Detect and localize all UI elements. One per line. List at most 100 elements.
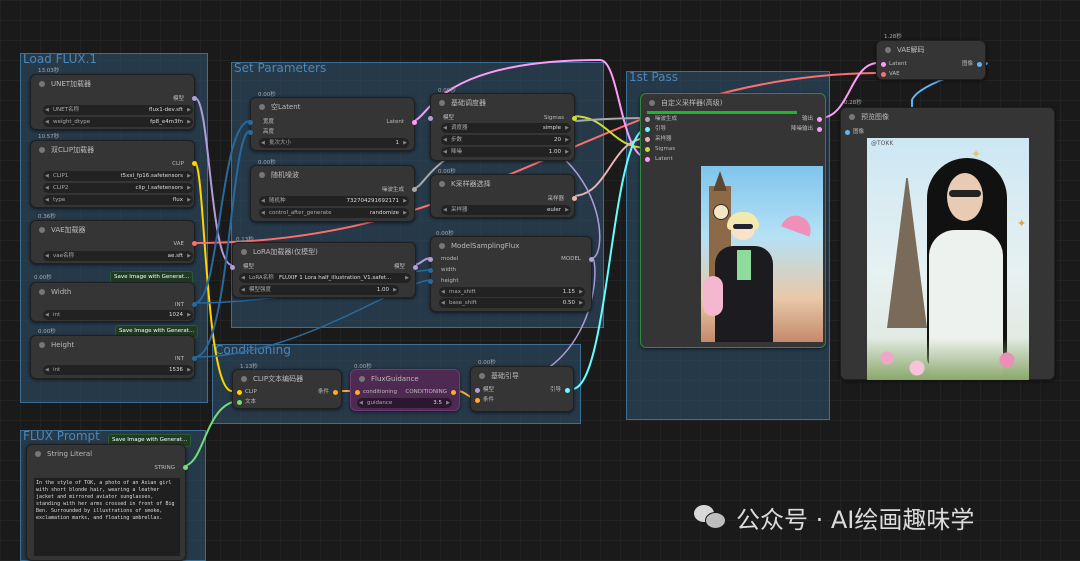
- conditioning-input-dot[interactable]: [355, 390, 360, 395]
- type-widget[interactable]: typeflux: [43, 195, 193, 205]
- prompt-textarea[interactable]: In the style of TOK, a photo of an Asian…: [33, 477, 181, 557]
- width-input-dot[interactable]: [248, 120, 253, 125]
- node-title: 随机噪波: [251, 166, 414, 184]
- basic-guider-node[interactable]: 基础引导 模型 条件 引导: [470, 366, 574, 412]
- output-label: Sigmas: [543, 115, 564, 121]
- denoise-widget[interactable]: 降噪1.00: [441, 147, 571, 157]
- vae-decode-node[interactable]: VAE解码 Latent VAE 图像: [876, 40, 986, 80]
- height-input-dot[interactable]: [428, 279, 433, 284]
- latent-input-dot[interactable]: [645, 157, 650, 162]
- height-int-widget[interactable]: int1536: [43, 365, 193, 375]
- sampler-name-widget[interactable]: 采样器euler: [441, 205, 571, 215]
- preview-output-image: @TOKK ✦ ✦: [867, 138, 1029, 380]
- seed-widget[interactable]: 随机种732704291692171: [259, 196, 409, 206]
- vae-output-dot[interactable]: [192, 241, 197, 246]
- output-label: 噪波生成: [381, 187, 404, 193]
- clip-output-dot[interactable]: [192, 161, 197, 166]
- preview-image-node[interactable]: 预览图像 图像 @TOKK ✦ ✦: [840, 107, 1055, 380]
- height-input-dot[interactable]: [248, 130, 253, 135]
- exec-time: 13.03秒: [38, 68, 60, 74]
- model-sampling-flux-node[interactable]: ModelSamplingFlux model width height MOD…: [428, 236, 594, 312]
- vae-input-dot[interactable]: [881, 72, 886, 77]
- clip1-widget[interactable]: CLIP1t5xxl_fp16.safetensors: [43, 171, 193, 181]
- empty-latent-node[interactable]: 空Latent 宽度 高度 Latent 批次大小1: [248, 97, 417, 151]
- output-label: VAE: [173, 241, 184, 247]
- custom-sampler-advanced-node[interactable]: 自定义采样器(高级) 噪波生成 引导 采样器 Sigmas Latent 输出 …: [640, 93, 826, 348]
- guider-output-dot[interactable]: [565, 388, 570, 393]
- model-output-dot[interactable]: [413, 265, 418, 270]
- node-title: 基础调度器: [431, 94, 574, 112]
- text-input-dot[interactable]: [237, 400, 242, 405]
- width-int-widget[interactable]: int1024: [43, 310, 193, 320]
- basic-scheduler-node[interactable]: 基础调度器 模型 Sigmas 调度器simple 步数20 降噪1.00: [428, 93, 577, 161]
- height-node[interactable]: Height INT int1536: [30, 335, 197, 379]
- output-label: INT: [174, 356, 184, 362]
- scheduler-widget[interactable]: 调度器simple: [441, 123, 571, 133]
- image-output-dot[interactable]: [977, 62, 982, 67]
- width-node[interactable]: Width INT int1024: [30, 282, 197, 322]
- model-input-dot[interactable]: [428, 116, 433, 121]
- string-literal-node[interactable]: String Literal STRING In the style of TO…: [26, 444, 188, 561]
- output-label: 模型: [393, 264, 405, 270]
- lora-loader-node[interactable]: LoRA加载器(仅模型) 模型 模型 LoRA名称FLUXIF 1 Lora h…: [230, 242, 418, 298]
- conditioning-output-dot[interactable]: [333, 390, 338, 395]
- node-title: 空Latent: [251, 98, 414, 116]
- control-after-generate-widget[interactable]: control_after_generaterandomize: [259, 208, 409, 218]
- sampler-input-dot[interactable]: [645, 137, 650, 142]
- exec-time: 1.28秒: [884, 34, 902, 40]
- clip-input-dot[interactable]: [237, 390, 242, 395]
- input-label: 宽度: [263, 119, 275, 125]
- noise-output-dot[interactable]: [412, 187, 417, 192]
- lora-name-widget[interactable]: LoRA名称FLUXIF 1 Lora half_illustration_V1…: [239, 273, 411, 283]
- guidance-widget[interactable]: guidance3.5: [357, 398, 452, 408]
- unet-loader-node[interactable]: UNET加载器 模型 UNET名称flux1-dev.sft weight_dt…: [30, 74, 197, 130]
- noise-input-dot[interactable]: [645, 117, 650, 122]
- conditioning-output-dot[interactable]: [451, 390, 456, 395]
- sampler-output-dot[interactable]: [572, 196, 577, 201]
- clip-text-encode-node[interactable]: CLIP文本编码器 CLIP 文本 条件: [232, 369, 342, 409]
- max-shift-widget[interactable]: max_shift1.15: [439, 287, 585, 297]
- lora-strength-widget[interactable]: 模型强度1.00: [239, 285, 399, 295]
- steps-widget[interactable]: 步数20: [441, 135, 571, 145]
- node-title: VAE加载器: [31, 221, 194, 239]
- batch-size-widget[interactable]: 批次大小1: [259, 138, 409, 148]
- sigmas-output-dot[interactable]: [572, 116, 577, 121]
- image-input-dot[interactable]: [845, 130, 850, 135]
- weight-dtype-widget[interactable]: weight_dtypefp8_e4m3fn: [43, 117, 193, 127]
- output-label: 模型: [172, 96, 184, 102]
- node-title: 自定义采样器(高级): [641, 94, 825, 112]
- flux-guidance-node[interactable]: FluxGuidance conditioning CONDITIONING g…: [350, 369, 460, 411]
- sigmas-input-dot[interactable]: [645, 147, 650, 152]
- model-output-dot[interactable]: [589, 257, 594, 262]
- int-output-dot[interactable]: [192, 356, 197, 361]
- node-title: K采样器选择: [431, 175, 574, 193]
- input-label: VAE: [889, 71, 900, 77]
- int-output-dot[interactable]: [192, 302, 197, 307]
- conditioning-input-dot[interactable]: [475, 398, 480, 403]
- guider-input-dot[interactable]: [645, 127, 650, 132]
- input-label: width: [441, 267, 457, 273]
- vae-name-widget[interactable]: vae名称ae.sft: [43, 251, 193, 261]
- latent-output-dot[interactable]: [412, 120, 417, 125]
- model-input-dot[interactable]: [475, 388, 480, 393]
- output-dot[interactable]: [817, 117, 822, 122]
- latent-input-dot[interactable]: [881, 62, 886, 67]
- dual-clip-loader-node[interactable]: 双CLIP加载器 CLIP CLIP1t5xxl_fp16.safetensor…: [30, 140, 197, 208]
- random-noise-node[interactable]: 随机噪波 噪波生成 随机种732704291692171 control_aft…: [250, 165, 417, 222]
- output-label: 采样器: [547, 196, 564, 202]
- ksampler-select-node[interactable]: K采样器选择 采样器 采样器euler: [430, 174, 577, 218]
- model-output-dot[interactable]: [192, 96, 197, 101]
- output-label: 引导: [549, 387, 561, 393]
- input-label: conditioning: [363, 389, 397, 395]
- vae-loader-node[interactable]: VAE加载器 VAE vae名称ae.sft: [30, 220, 197, 264]
- width-input-dot[interactable]: [428, 268, 433, 273]
- denoised-output-dot[interactable]: [817, 127, 822, 132]
- model-input-dot[interactable]: [230, 265, 235, 270]
- input-label: Latent: [655, 156, 673, 162]
- string-output-dot[interactable]: [183, 465, 188, 470]
- unet-name-widget[interactable]: UNET名称flux1-dev.sft: [43, 105, 193, 115]
- clip2-widget[interactable]: CLIP2clip_l.safetensors: [43, 183, 193, 193]
- base-shift-widget[interactable]: base_shift0.50: [439, 298, 585, 308]
- model-input-dot[interactable]: [428, 257, 433, 262]
- node-title: UNET加载器: [31, 75, 194, 93]
